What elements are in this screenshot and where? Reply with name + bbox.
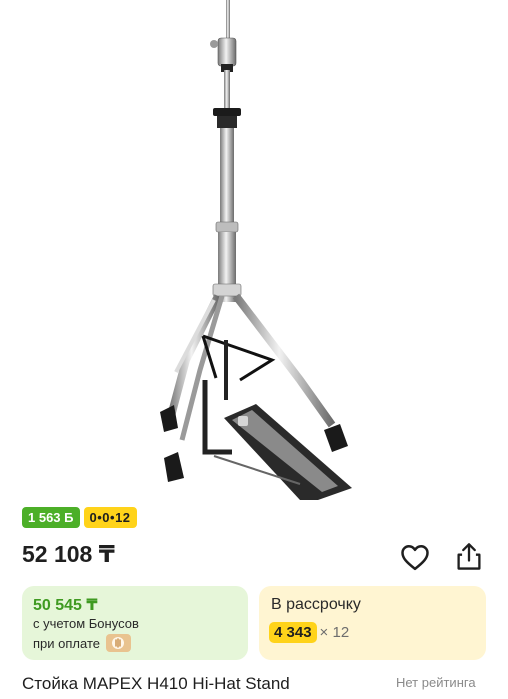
product-badges: 1 563 Б 0•0•12 bbox=[22, 507, 137, 528]
favorite-button[interactable] bbox=[398, 540, 432, 574]
bonus-badge: 1 563 Б bbox=[22, 507, 80, 528]
installment-amount: 4 343 bbox=[269, 622, 317, 643]
share-button[interactable] bbox=[452, 540, 486, 574]
product-price: 52 108 ₸ bbox=[22, 541, 115, 567]
payment-icon bbox=[105, 634, 131, 652]
installment-months: × 12 bbox=[319, 624, 350, 641]
bonus-price-card[interactable]: 50 545 ₸ с учетом Бонусов при оплате bbox=[22, 586, 248, 660]
installment-card[interactable]: В рассрочку 4 343 × 12 bbox=[259, 586, 486, 660]
product-image[interactable] bbox=[0, 0, 508, 500]
installment-title: В рассрочку bbox=[271, 596, 361, 613]
bonus-price-note: с учетом Бонусов bbox=[33, 616, 139, 631]
product-title[interactable]: Стойка MAPEX H410 Hi-Hat Stand bbox=[22, 674, 290, 694]
heart-outline-icon bbox=[401, 545, 429, 571]
rating-status: Нет рейтинга bbox=[396, 675, 476, 690]
installment-row: 4 343 × 12 bbox=[269, 622, 349, 643]
bonus-price: 50 545 ₸ bbox=[33, 597, 98, 614]
share-icon bbox=[457, 543, 481, 570]
bonus-payment-note: при оплате bbox=[33, 634, 131, 652]
installment-badge: 0•0•12 bbox=[83, 507, 137, 528]
bonus-payment-label: при оплате bbox=[33, 635, 100, 651]
